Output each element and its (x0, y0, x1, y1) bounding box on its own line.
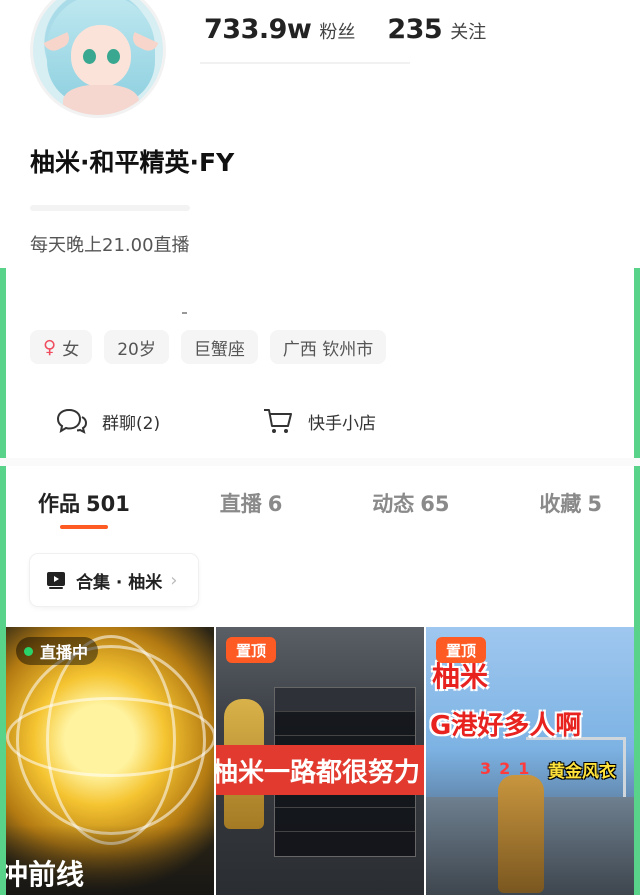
avatar-face (71, 25, 131, 87)
section-separator (0, 458, 640, 466)
tab-live[interactable]: 直播 6 (220, 466, 283, 532)
stats-divider (200, 62, 410, 64)
countdown-text: 321 (480, 759, 538, 778)
content-tabs: 作品 501 直播 6 动态 65 收藏 5 (6, 466, 634, 532)
active-tab-indicator (59, 525, 108, 529)
following-label: 关注 (450, 22, 487, 43)
blurred-text (30, 205, 190, 211)
tab-favorites[interactable]: 收藏 5 (539, 466, 602, 532)
globe-graphic (6, 697, 214, 777)
tab-moments[interactable]: 动态 65 (372, 466, 449, 532)
followers-count: 733.9w (204, 14, 312, 45)
caption-banner: 柚米一路都很努力 (216, 745, 424, 795)
profile-stats: 733.9w 粉丝 235 关注 (204, 14, 518, 45)
chevron-right-icon: › (170, 569, 178, 591)
profile-bio: 每天晚上21.00直播 (30, 235, 190, 256)
location-tag: 广西 钦州市 (269, 330, 387, 364)
live-badge-label: 直播中 (40, 643, 89, 662)
item-label: 黄金风衣 (548, 762, 616, 782)
shopping-cart-icon (264, 409, 292, 433)
gender-tag: ♀ 女 (30, 330, 93, 364)
tab-favorites-label: 收藏 (539, 492, 582, 516)
group-chat-button[interactable]: 群聊(2) (56, 406, 262, 436)
profile-header: 733.9w 粉丝 235 关注 柚米·和平精英·FY 每天晚上21.00直播 … (0, 0, 640, 460)
pinned-badge: 置顶 (226, 637, 277, 663)
group-chat-label: 群聊(2) (102, 413, 161, 434)
shop-button[interactable]: 快手小店 (262, 406, 468, 436)
avatar[interactable] (30, 0, 166, 118)
video-grid: 直播中 冲前线 柚米一路都很努力 置顶 柚米 G港好多人啊 321 黄金风衣 置… (6, 627, 634, 895)
tab-works-count: 501 (86, 492, 130, 516)
play-square-icon (47, 572, 65, 589)
live-badge: 直播中 (16, 637, 99, 665)
profile-name: 柚米·和平精英·FY (30, 148, 235, 177)
pinned-badge: 置顶 (436, 637, 487, 663)
video-thumbnail-pinned[interactable]: 柚米 G港好多人啊 321 黄金风衣 置顶 (426, 627, 634, 895)
following-stat[interactable]: 235 关注 (387, 14, 486, 45)
tab-live-label: 直播 (219, 492, 262, 516)
thumbnail-caption: 柚米一路都很努力 (216, 757, 421, 788)
tab-moments-label: 动态 (372, 492, 415, 516)
zodiac-tag: 巨蟹座 (180, 330, 258, 364)
profile-tags: ♀ 女 20岁 巨蟹座 广西 钦州市 (30, 330, 387, 364)
shop-label: 快手小店 (308, 413, 376, 434)
thumbnail-subtitle: G港好多人啊 (430, 711, 582, 741)
age-tag: 20岁 (104, 330, 169, 364)
female-icon: ♀ (43, 336, 57, 358)
profile-actions: 群聊(2) 快手小店 (56, 406, 616, 436)
tab-favorites-count: 5 (587, 492, 602, 516)
avatar-eye-right (107, 49, 120, 64)
collection-label: 合集 · 柚米 (76, 572, 163, 593)
followers-stat[interactable]: 733.9w 粉丝 (204, 14, 355, 45)
game-character (498, 775, 544, 893)
tab-works-label: 作品 (38, 492, 80, 516)
divider-mark (182, 312, 187, 314)
following-count: 235 (387, 14, 443, 45)
chat-bubble-icon (56, 408, 88, 434)
avatar-eye-left (83, 49, 96, 64)
followers-label: 粉丝 (319, 22, 356, 43)
collection-button[interactable]: 合集 · 柚米 › (30, 554, 198, 606)
video-thumbnail-live[interactable]: 直播中 冲前线 (6, 627, 214, 895)
thumbnail-caption: 冲前线 (6, 858, 85, 891)
live-dot-icon (24, 646, 33, 656)
video-thumbnail-pinned[interactable]: 柚米一路都很努力 置顶 (216, 627, 424, 895)
gender-label: 女 (62, 339, 80, 360)
tab-works[interactable]: 作品 501 (38, 466, 130, 532)
tab-moments-count: 65 (420, 492, 450, 516)
avatar-body (63, 85, 139, 115)
tab-live-count: 6 (267, 492, 283, 516)
